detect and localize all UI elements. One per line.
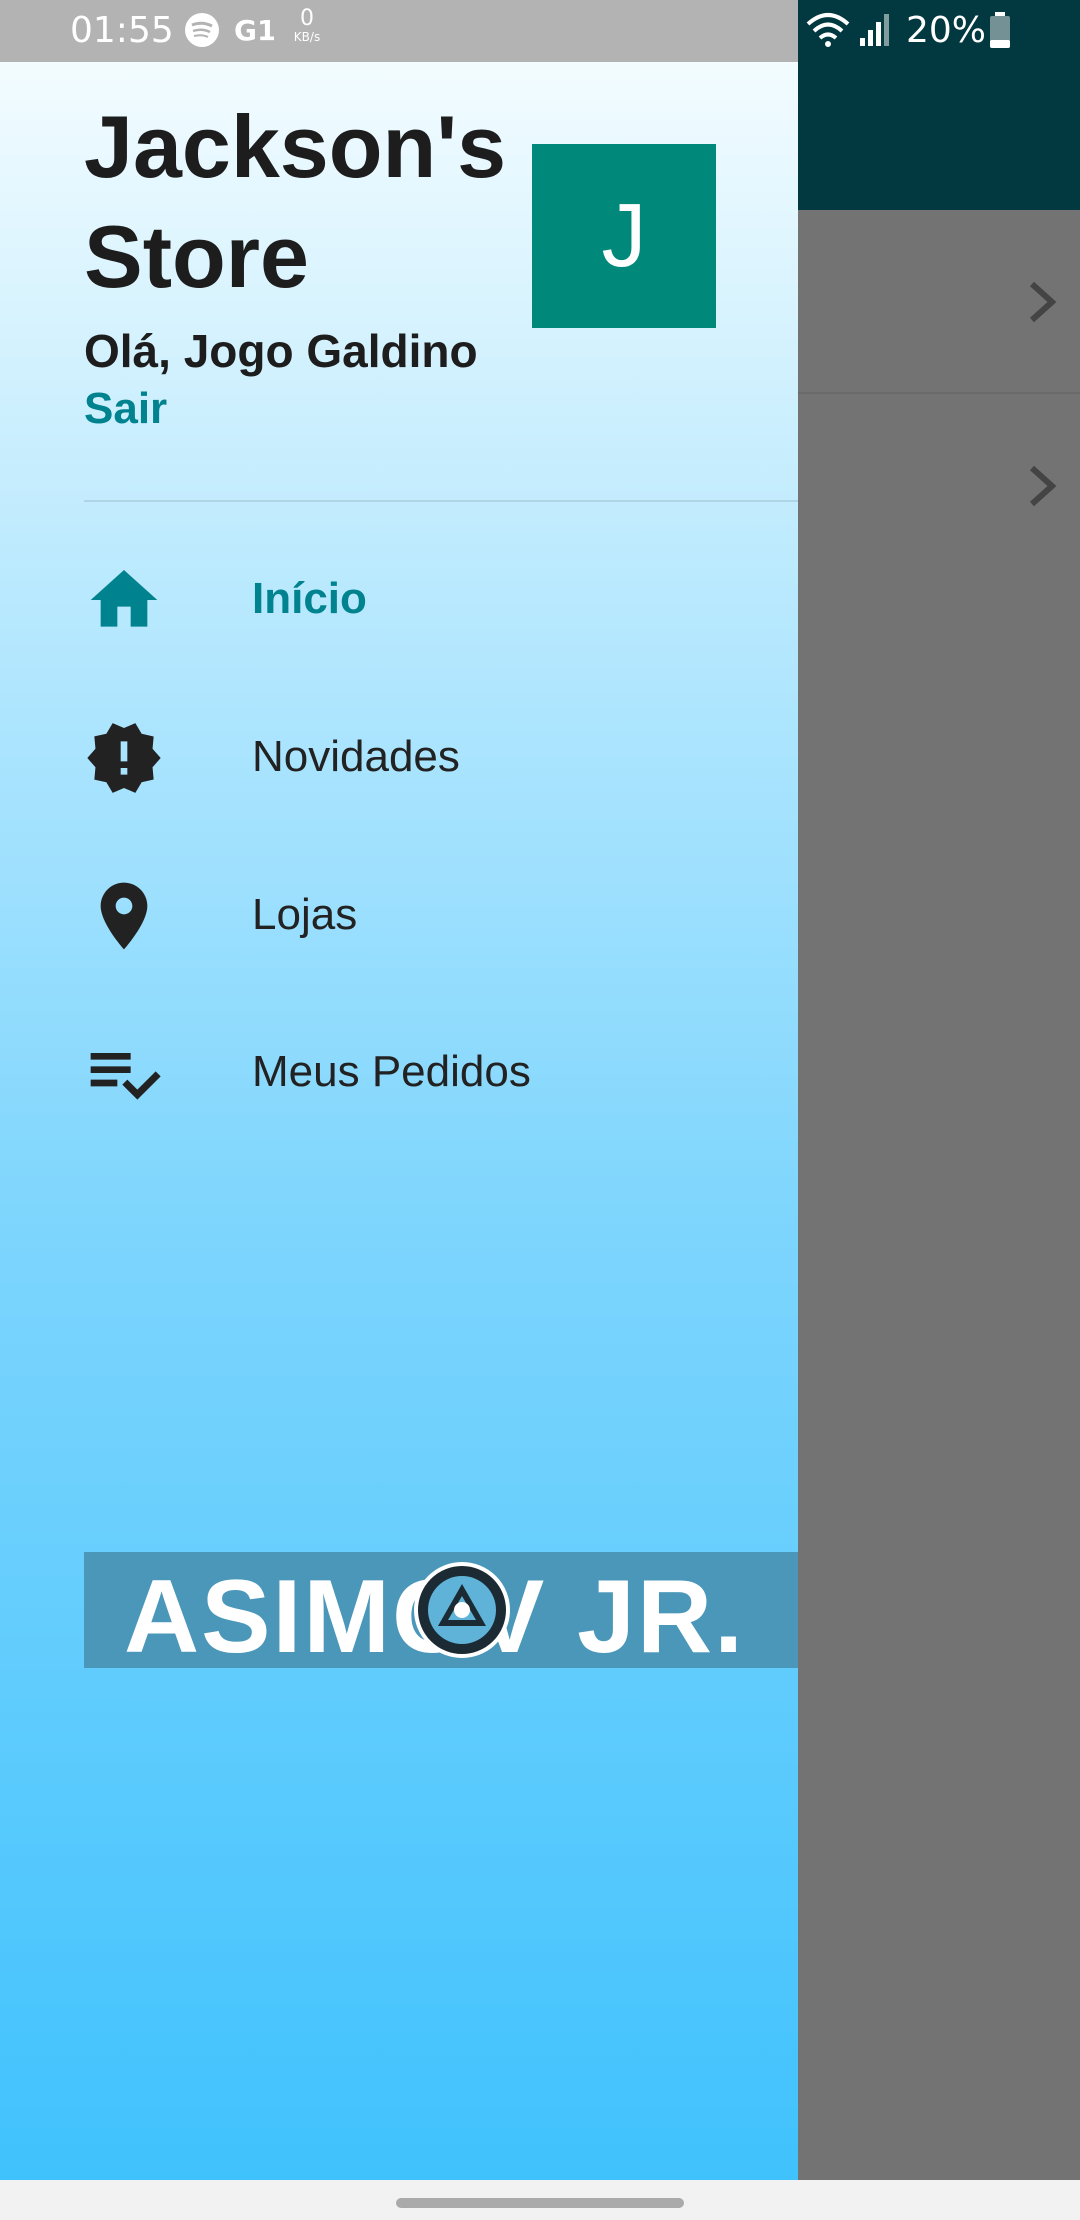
- drawer-item-inicio[interactable]: Início: [0, 520, 798, 678]
- svg-text:G1: G1: [234, 14, 274, 47]
- chevron-right-icon: [1029, 281, 1057, 323]
- logout-link[interactable]: Sair: [84, 384, 167, 434]
- user-greeting: Olá, Jogo Galdino: [84, 325, 478, 377]
- drawer-item-label: Lojas: [252, 890, 358, 939]
- signal-icon: [860, 14, 889, 46]
- divider: [84, 500, 798, 502]
- battery-icon: [990, 12, 1010, 48]
- status-bar: 01:55 G1 0 KB/s 20%: [0, 0, 1080, 62]
- home-gesture-handle[interactable]: [396, 2198, 684, 2208]
- battery-percent: 20%: [906, 10, 987, 51]
- store-title: Jackson's Store: [84, 97, 507, 306]
- drawer-item-label: Novidades: [252, 732, 460, 781]
- new-releases-icon: [87, 723, 161, 793]
- drawer-item-novidades[interactable]: Novidades: [0, 678, 798, 836]
- navigation-drawer: Jackson's Store J Olá, Jogo Galdino Sair…: [0, 62, 798, 2180]
- wifi-icon: [806, 13, 850, 47]
- network-speed: 0 KB/s: [293, 6, 321, 45]
- g1-icon: G1: [234, 14, 274, 47]
- drawer-item-label: Início: [252, 574, 367, 623]
- status-time: 01:55: [70, 10, 174, 51]
- playlist-check-icon: [90, 1053, 161, 1100]
- drawer-item-meus-pedidos[interactable]: Meus Pedidos: [0, 993, 798, 1151]
- spotify-icon: [185, 13, 219, 47]
- arc-reactor-emblem-icon: [414, 1562, 510, 1658]
- drawer-item-lojas[interactable]: Lojas: [0, 836, 798, 994]
- location-pin-icon: [100, 882, 148, 950]
- home-icon: [90, 570, 158, 627]
- asimov-jr-logo: ASIMOV JR.: [84, 1552, 798, 1675]
- chevron-right-icon: [1029, 465, 1057, 507]
- drawer-item-label: Meus Pedidos: [252, 1047, 531, 1096]
- avatar[interactable]: J: [532, 144, 716, 328]
- avatar-letter: J: [601, 185, 647, 286]
- system-nav-bar: [0, 2180, 1080, 2220]
